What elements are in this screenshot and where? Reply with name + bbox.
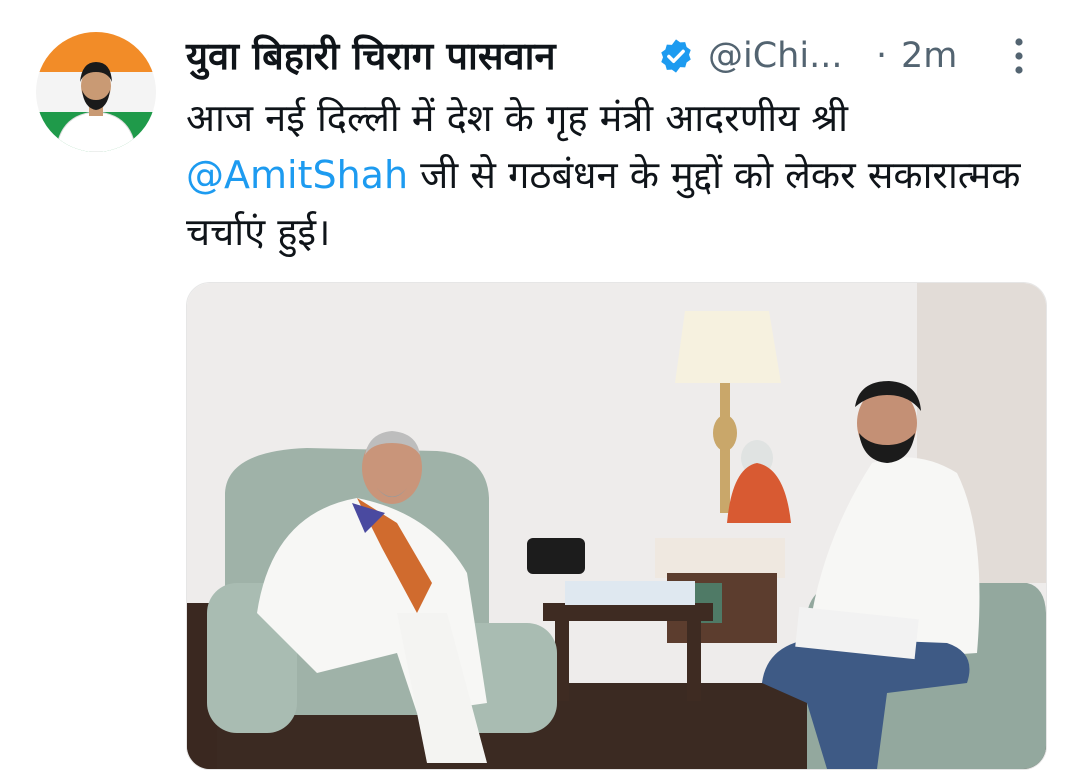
timestamp[interactable]: 2m <box>901 30 957 82</box>
verified-badge-icon <box>661 39 691 73</box>
mention-link[interactable]: @AmitShah <box>186 153 408 197</box>
display-name[interactable]: युवा बिहारी चिराग पासवान <box>186 30 556 82</box>
tweet-text: आज नई दिल्ली में देश के गृह मंत्री आदरणी… <box>186 90 1046 261</box>
tweet-text-part-1: आज नई दिल्ली में देश के गृह मंत्री आदरणी… <box>186 96 848 140</box>
user-handle[interactable]: @iChi... <box>708 30 842 82</box>
tweet-header: युवा बिहारी चिराग पासवान @iChi... · 2m <box>186 30 1046 88</box>
tweet-photo[interactable] <box>186 282 1047 770</box>
photo-illustration <box>187 283 1046 769</box>
avatar[interactable] <box>36 32 156 152</box>
more-vertical-icon[interactable] <box>1008 34 1030 78</box>
avatar-image <box>36 32 156 152</box>
separator-dot: · <box>876 36 888 76</box>
